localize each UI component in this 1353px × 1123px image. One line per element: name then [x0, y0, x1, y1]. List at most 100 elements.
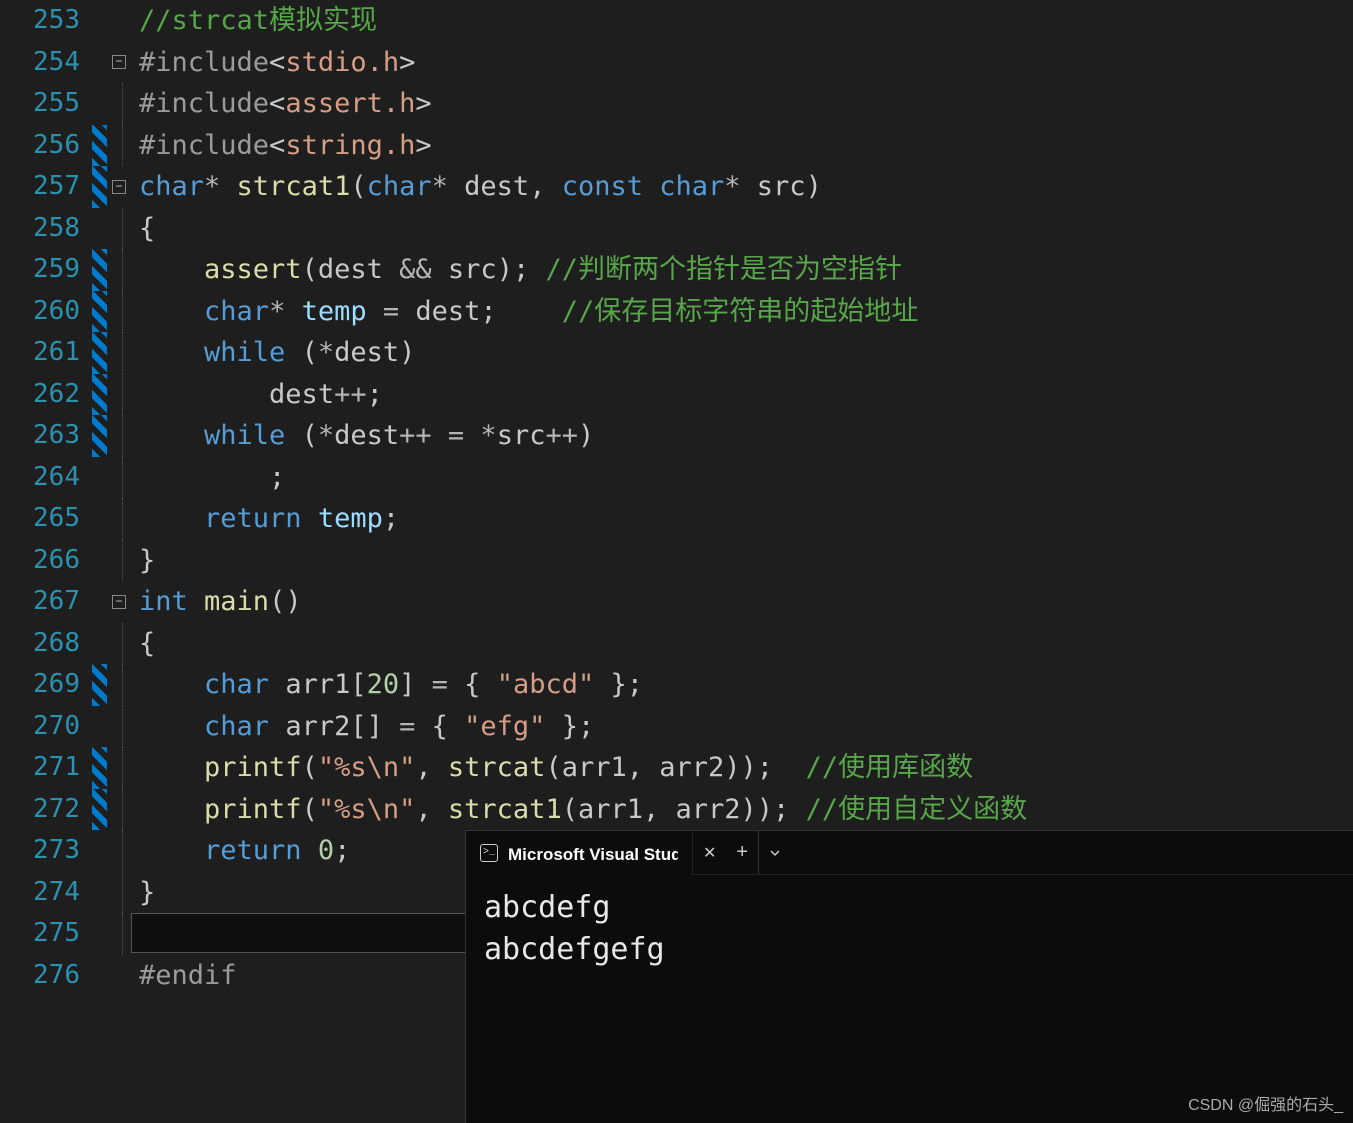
terminal-tabs: >_ Microsoft Visual Studio 调试控 ✕ + [466, 831, 1353, 875]
line-number: 267 [0, 581, 92, 623]
line-number: 257 [0, 166, 92, 208]
change-marker [92, 872, 107, 914]
code-line[interactable]: assert(dest && src); //判断两个指针是否为空指针 [131, 249, 1353, 291]
change-marker [92, 42, 107, 84]
fold-cell[interactable]: − [107, 581, 131, 623]
line-number: 264 [0, 457, 92, 499]
line-number: 263 [0, 415, 92, 457]
terminal-dropdown-button[interactable] [759, 831, 791, 875]
change-marker [92, 913, 107, 955]
fold-cell [107, 374, 131, 416]
fold-cell [107, 291, 131, 333]
fold-cell [107, 955, 131, 997]
fold-cell [107, 664, 131, 706]
terminal-output[interactable]: abcdefgabcdefgefg [466, 875, 1353, 983]
change-marker [92, 955, 107, 997]
fold-cell [107, 457, 131, 499]
change-marker [92, 623, 107, 665]
chevron-down-icon [769, 847, 781, 859]
change-marker [92, 498, 107, 540]
terminal-line: abcdefg [484, 887, 1335, 929]
change-marker [92, 581, 107, 623]
change-marker [92, 0, 107, 42]
line-number: 256 [0, 125, 92, 167]
watermark: CSDN @倔强的石头_ [1188, 1091, 1343, 1115]
code-line[interactable]: #include<string.h> [131, 125, 1353, 167]
fold-column[interactable]: − − − [107, 0, 131, 1123]
fold-cell[interactable]: − [107, 42, 131, 84]
fold-cell [107, 706, 131, 748]
code-line[interactable]: dest++; [131, 374, 1353, 416]
change-marker [92, 415, 107, 457]
change-marker [92, 706, 107, 748]
line-number: 274 [0, 872, 92, 914]
code-line[interactable]: //strcat模拟实现 [131, 0, 1353, 42]
change-marker [92, 830, 107, 872]
terminal-line: abcdefgefg [484, 929, 1335, 971]
fold-cell [107, 415, 131, 457]
change-marker [92, 332, 107, 374]
line-number: 259 [0, 249, 92, 291]
fold-collapse-icon[interactable]: − [112, 595, 126, 609]
code-line[interactable]: ; [131, 457, 1353, 499]
code-line[interactable]: char arr2[] = { "efg" }; [131, 706, 1353, 748]
code-line[interactable]: } [131, 540, 1353, 582]
line-number: 253 [0, 0, 92, 42]
code-line[interactable]: { [131, 623, 1353, 665]
fold-cell [107, 208, 131, 250]
line-number: 275 [0, 913, 92, 955]
code-line[interactable]: char* strcat1(char* dest, const char* sr… [131, 166, 1353, 208]
code-line[interactable]: #include<assert.h> [131, 83, 1353, 125]
fold-cell [107, 789, 131, 831]
code-line[interactable]: char* temp = dest; //保存目标字符串的起始地址 [131, 291, 1353, 333]
fold-collapse-icon[interactable]: − [112, 180, 126, 194]
line-number: 269 [0, 664, 92, 706]
change-marker [92, 457, 107, 499]
line-number: 265 [0, 498, 92, 540]
terminal-tab-active[interactable]: >_ Microsoft Visual Studio 调试控 [466, 831, 693, 875]
line-number: 258 [0, 208, 92, 250]
fold-cell [107, 540, 131, 582]
line-number: 273 [0, 830, 92, 872]
fold-collapse-icon[interactable]: − [112, 55, 126, 69]
change-marker [92, 540, 107, 582]
change-marker [92, 789, 107, 831]
line-number: 276 [0, 955, 92, 997]
code-line[interactable]: printf("%s\n", strcat(arr1, arr2)); //使用… [131, 747, 1353, 789]
code-line[interactable]: int main() [131, 581, 1353, 623]
fold-cell [107, 249, 131, 291]
change-marker [92, 664, 107, 706]
fold-cell [107, 498, 131, 540]
code-line[interactable]: { [131, 208, 1353, 250]
change-marker [92, 291, 107, 333]
change-marker [92, 208, 107, 250]
terminal-tab-label: Microsoft Visual Studio 调试控 [508, 840, 678, 865]
change-marker [92, 374, 107, 416]
code-line[interactable]: while (*dest++ = *src++) [131, 415, 1353, 457]
fold-cell[interactable]: − [107, 166, 131, 208]
line-number: 261 [0, 332, 92, 374]
line-number: 270 [0, 706, 92, 748]
line-number: 268 [0, 623, 92, 665]
fold-cell [107, 747, 131, 789]
code-line[interactable]: #include<stdio.h> [131, 42, 1353, 84]
code-line[interactable]: char arr1[20] = { "abcd" }; [131, 664, 1353, 706]
fold-cell [107, 125, 131, 167]
fold-cell [107, 83, 131, 125]
fold-cell [107, 332, 131, 374]
fold-cell [107, 913, 131, 955]
terminal-add-button[interactable]: + [726, 831, 759, 875]
line-number-gutter: 2532542552562572582592602612622632642652… [0, 0, 92, 1123]
terminal-close-button[interactable]: ✕ [693, 831, 726, 875]
fold-cell [107, 872, 131, 914]
change-markers [92, 0, 107, 1123]
fold-cell [107, 623, 131, 665]
line-number: 272 [0, 789, 92, 831]
code-line[interactable]: return temp; [131, 498, 1353, 540]
line-number: 254 [0, 42, 92, 84]
terminal-panel[interactable]: >_ Microsoft Visual Studio 调试控 ✕ + abcde… [465, 830, 1353, 1123]
code-line[interactable]: printf("%s\n", strcat1(arr1, arr2)); //使… [131, 789, 1353, 831]
line-number: 266 [0, 540, 92, 582]
line-number: 260 [0, 291, 92, 333]
code-line[interactable]: while (*dest) [131, 332, 1353, 374]
